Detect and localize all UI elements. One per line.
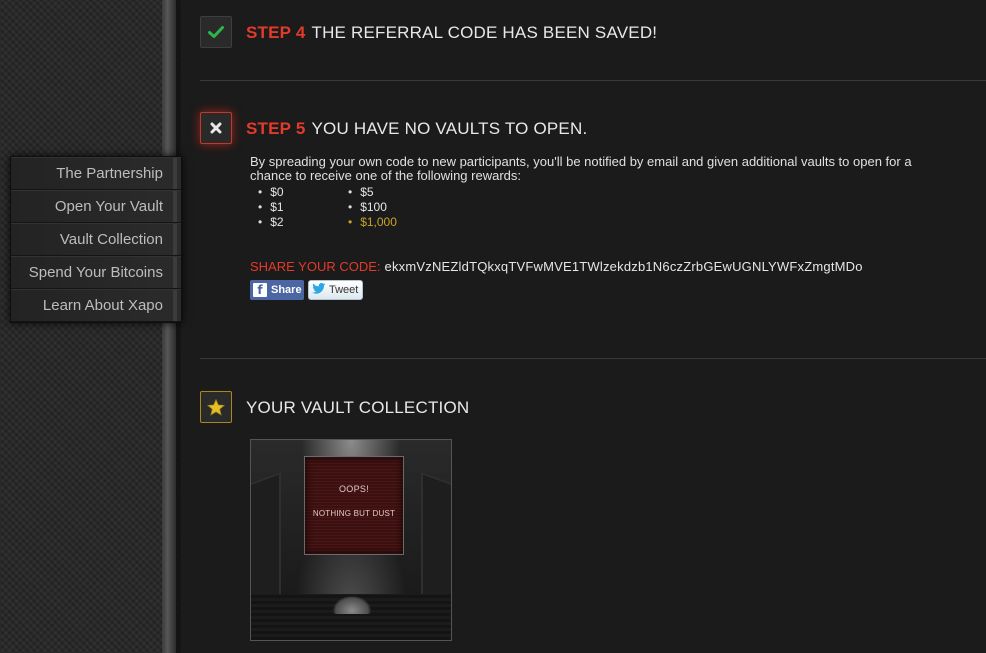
vault-screen-line-1: OOPS! (338, 484, 369, 494)
check-icon (200, 16, 232, 48)
facebook-share-button[interactable]: f Share (250, 280, 304, 300)
vault-screen-line-2: NOTHING BUT DUST (312, 509, 396, 518)
step-4-heading: STEP 4 THE REFERRAL CODE HAS BEEN SAVED! (246, 23, 657, 43)
step-5-description: By spreading your own code to new partic… (250, 154, 912, 183)
step-5-number: STEP 5 (246, 119, 306, 138)
divider (200, 358, 986, 359)
step-5-heading: STEP 5 YOU HAVE NO VAULTS TO OPEN. (246, 119, 587, 139)
x-icon (200, 112, 232, 144)
sidebar-item-open-your-vault[interactable]: Open Your Vault (11, 190, 181, 223)
vault-wall-right (421, 471, 451, 613)
reward-item: $5 (348, 185, 438, 200)
decorative-pole (162, 0, 176, 653)
divider (200, 80, 986, 81)
side-navigation: The Partnership Open Your Vault Vault Co… (10, 156, 182, 323)
main-content: STEP 4 THE REFERRAL CODE HAS BEEN SAVED! … (200, 0, 986, 653)
vault-collection-heading: YOUR VAULT COLLECTION (246, 398, 470, 417)
left-decorative-strip (0, 0, 182, 653)
pole-shadow (176, 0, 182, 653)
share-code-label: SHARE YOUR CODE: (250, 259, 381, 274)
reward-item: $1 (258, 200, 348, 215)
facebook-icon: f (253, 283, 267, 297)
reward-item: $0 (258, 185, 348, 200)
step-5-title: YOU HAVE NO VAULTS TO OPEN. (311, 119, 588, 138)
facebook-share-label: Share (271, 284, 302, 296)
sidebar-item-spend-your-bitcoins[interactable]: Spend Your Bitcoins (11, 256, 181, 289)
reward-item: $100 (348, 200, 438, 215)
vault-card[interactable]: OOPS! NOTHING BUT DUST (250, 439, 452, 641)
reward-item: $2 (258, 215, 348, 230)
step-4-title: THE REFERRAL CODE HAS BEEN SAVED! (311, 23, 658, 42)
twitter-tweet-label: Tweet (329, 284, 359, 296)
vault-wall-left (251, 471, 281, 613)
twitter-tweet-button[interactable]: Tweet (308, 280, 363, 300)
sidebar-item-learn-about-xapo[interactable]: Learn About Xapo (11, 289, 181, 322)
sidebar-item-the-partnership[interactable]: The Partnership (11, 157, 181, 190)
share-code-value: ekxmVzNEZldTQkxqTVFwMVE1TWlzekdzb1N6czZr… (384, 259, 863, 274)
share-code-line: SHARE YOUR CODE: ekxmVzNEZldTQkxqTVFwMVE1… (250, 259, 863, 274)
reward-item-top: $1,000 (348, 215, 438, 230)
dust-pile (333, 596, 371, 614)
star-icon (200, 391, 232, 423)
sidebar-item-vault-collection[interactable]: Vault Collection (11, 223, 181, 256)
step-4-number: STEP 4 (246, 23, 306, 42)
twitter-bird-icon (312, 283, 326, 297)
vault-screen: OOPS! NOTHING BUT DUST (304, 456, 404, 555)
